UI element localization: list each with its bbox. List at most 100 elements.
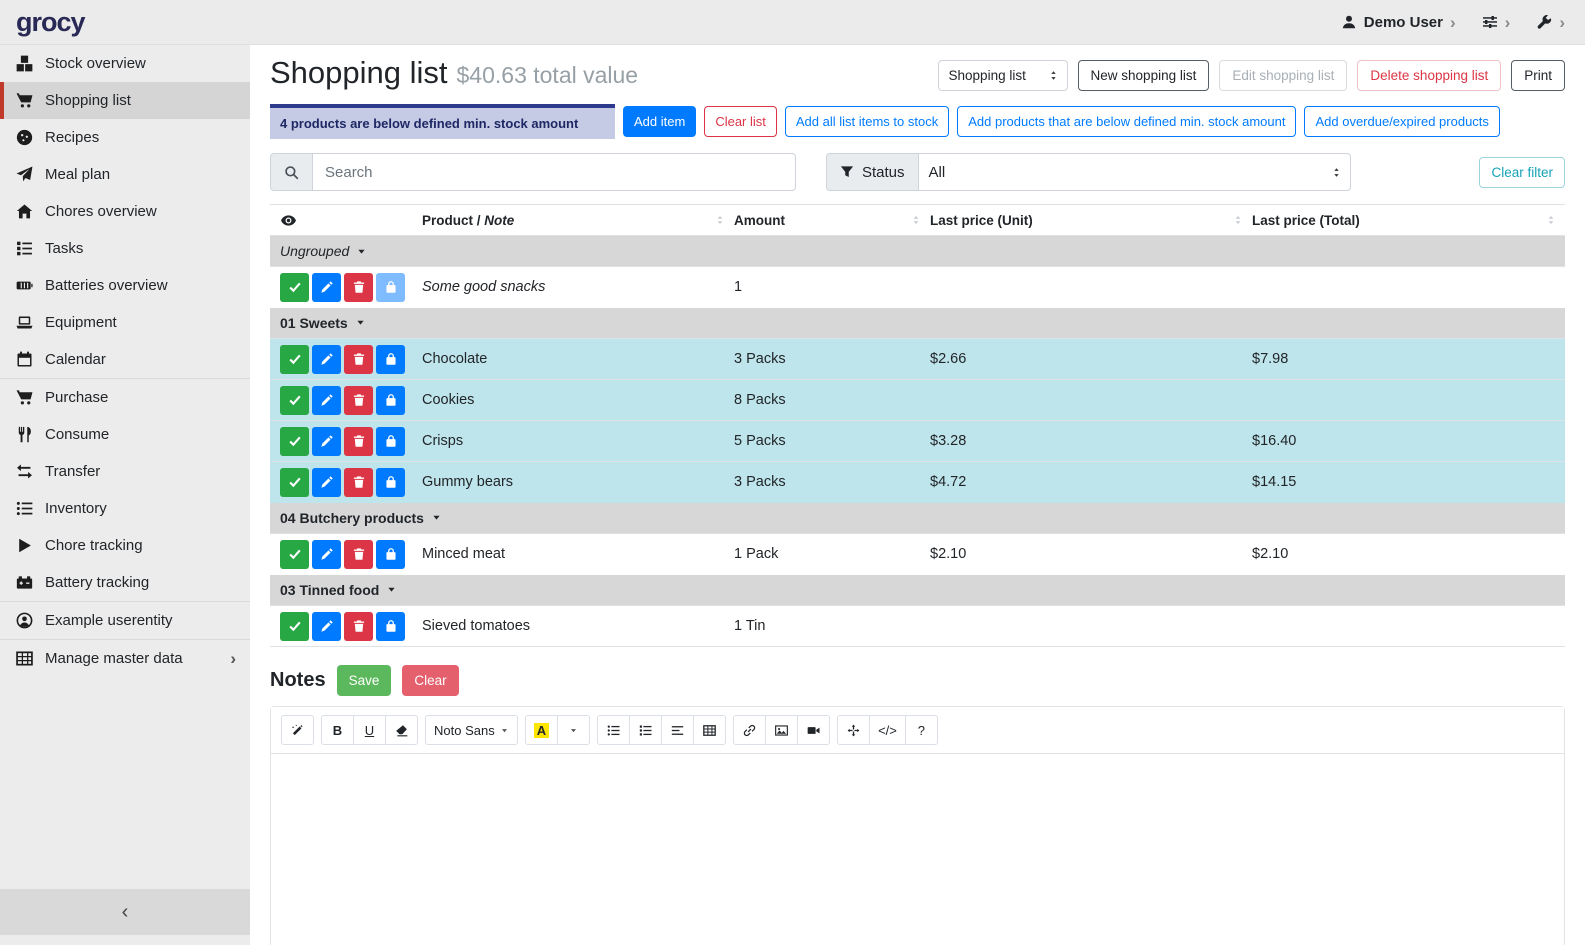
- toolbar-video-button[interactable]: [797, 715, 830, 745]
- row-done-button[interactable]: [280, 540, 309, 569]
- row-edit-button[interactable]: [312, 540, 341, 569]
- row-add-to-stock-button[interactable]: [376, 468, 405, 497]
- column-header-amount[interactable]: Amount: [734, 205, 930, 236]
- toolbar-picture-button[interactable]: [765, 715, 798, 745]
- status-filter-button[interactable]: Status: [826, 153, 919, 191]
- admin-menu[interactable]: ›: [1536, 14, 1565, 31]
- status-select[interactable]: All: [919, 153, 1351, 191]
- add-item-button[interactable]: Add item: [623, 106, 696, 137]
- row-done-button[interactable]: [280, 273, 309, 302]
- notes-editor-area[interactable]: [271, 754, 1564, 945]
- toolbar-fullscreen-button[interactable]: [837, 715, 870, 745]
- toolbar-link-button[interactable]: [733, 715, 766, 745]
- caret-down-icon[interactable]: [386, 584, 397, 595]
- row-edit-button[interactable]: [312, 427, 341, 456]
- sidebar-item-manage-master-data[interactable]: Manage master data›: [0, 640, 250, 677]
- sidebar-item-example-userentity[interactable]: Example userentity: [0, 602, 250, 640]
- row-done-button[interactable]: [280, 427, 309, 456]
- notes-clear-button[interactable]: Clear: [402, 665, 458, 696]
- row-add-to-stock-button[interactable]: [376, 345, 405, 374]
- search-input[interactable]: [312, 153, 796, 191]
- toolbar-bold-button[interactable]: B: [321, 715, 354, 745]
- print-button[interactable]: Print: [1511, 60, 1565, 91]
- trash-icon: [352, 475, 366, 489]
- row-edit-button[interactable]: [312, 386, 341, 415]
- toolbar-code-view-button[interactable]: </>: [869, 715, 906, 745]
- column-header-last-price-unit[interactable]: Last price (Unit): [930, 205, 1252, 236]
- toolbar-style-magic-button[interactable]: [281, 715, 314, 745]
- add-below-min-stock-button[interactable]: Add products that are below defined min.…: [957, 106, 1296, 137]
- sidebar-item-equipment[interactable]: Equipment: [0, 304, 250, 341]
- row-done-button[interactable]: [280, 345, 309, 374]
- row-delete-button[interactable]: [344, 386, 373, 415]
- sidebar-item-purchase[interactable]: Purchase: [0, 379, 250, 416]
- toolbar-ordered-list-button[interactable]: [629, 715, 662, 745]
- row-edit-button[interactable]: [312, 468, 341, 497]
- toolbar-underline-button[interactable]: U: [353, 715, 386, 745]
- row-done-button[interactable]: [280, 612, 309, 641]
- sidebar-item-shopping-list[interactable]: Shopping list: [0, 82, 250, 119]
- sidebar-item-meal-plan[interactable]: Meal plan: [0, 156, 250, 193]
- column-header-last-price-total[interactable]: Last price (Total): [1252, 205, 1565, 236]
- min-stock-alert[interactable]: 4 products are below defined min. stock …: [270, 104, 615, 139]
- sidebar-item-batteries-overview[interactable]: Batteries overview: [0, 267, 250, 304]
- add-all-to-stock-button[interactable]: Add all list items to stock: [785, 106, 949, 137]
- row-add-to-stock-button[interactable]: [376, 427, 405, 456]
- row-edit-button[interactable]: [312, 612, 341, 641]
- new-shopping-list-button[interactable]: New shopping list: [1078, 60, 1210, 91]
- row-add-to-stock-button[interactable]: [376, 540, 405, 569]
- row-done-button[interactable]: [280, 468, 309, 497]
- row-delete-button[interactable]: [344, 468, 373, 497]
- toolbar-unordered-list-button[interactable]: [597, 715, 630, 745]
- sidebar-item-calendar[interactable]: Calendar: [0, 341, 250, 379]
- sidebar-collapse-button[interactable]: ‹: [0, 889, 250, 935]
- notes-header: Notes Save Clear: [270, 665, 1565, 696]
- row-done-button[interactable]: [280, 386, 309, 415]
- toolbar-font-name-button[interactable]: Noto Sans: [425, 715, 518, 745]
- row-add-to-stock-button[interactable]: [376, 612, 405, 641]
- toolbar-color-picker-button[interactable]: [557, 715, 590, 745]
- sidebar-item-chores-overview[interactable]: Chores overview: [0, 193, 250, 230]
- delete-shopping-list-button[interactable]: Delete shopping list: [1357, 60, 1501, 91]
- row-add-to-stock-button[interactable]: [376, 273, 405, 302]
- toggle-notes-column-header[interactable]: [270, 205, 422, 236]
- sidebar-item-chore-tracking[interactable]: Chore tracking: [0, 527, 250, 564]
- arrows-icon: [847, 724, 860, 737]
- trash-icon: [352, 393, 366, 407]
- row-edit-button[interactable]: [312, 345, 341, 374]
- row-delete-button[interactable]: [344, 427, 373, 456]
- user-menu[interactable]: Demo User ›: [1341, 14, 1456, 31]
- toolbar-clear-format-button[interactable]: [385, 715, 418, 745]
- caret-down-icon[interactable]: [356, 246, 367, 257]
- toolbar-paragraph-button[interactable]: [661, 715, 694, 745]
- sidebar-item-transfer[interactable]: Transfer: [0, 453, 250, 490]
- settings-menu[interactable]: ›: [1482, 14, 1511, 31]
- clear-filter-button[interactable]: Clear filter: [1479, 157, 1565, 188]
- notes-title: Notes: [270, 669, 326, 692]
- caret-down-icon[interactable]: [355, 317, 366, 328]
- sidebar-item-consume[interactable]: Consume: [0, 416, 250, 453]
- row-delete-button[interactable]: [344, 612, 373, 641]
- toolbar-help-button[interactable]: ?: [905, 715, 938, 745]
- toolbar-insert-table-button[interactable]: [693, 715, 726, 745]
- sidebar-item-battery-tracking[interactable]: Battery tracking: [0, 564, 250, 602]
- row-add-to-stock-button[interactable]: [376, 386, 405, 415]
- row-edit-button[interactable]: [312, 273, 341, 302]
- notes-save-button[interactable]: Save: [337, 665, 392, 696]
- caret-down-icon[interactable]: [431, 512, 442, 523]
- toolbar-fore-color-button[interactable]: A: [525, 715, 558, 745]
- add-overdue-button[interactable]: Add overdue/expired products: [1304, 106, 1499, 137]
- sidebar-item-stock-overview[interactable]: Stock overview: [0, 45, 250, 82]
- last-price-unit-cell: [930, 606, 1252, 647]
- clear-list-button[interactable]: Clear list: [704, 106, 777, 137]
- row-delete-button[interactable]: [344, 345, 373, 374]
- sidebar-item-tasks[interactable]: Tasks: [0, 230, 250, 267]
- edit-shopping-list-button[interactable]: Edit shopping list: [1219, 60, 1347, 91]
- sidebar-item-recipes[interactable]: Recipes: [0, 119, 250, 156]
- column-header-product[interactable]: Product / Note: [422, 205, 734, 236]
- sidebar-item-inventory[interactable]: Inventory: [0, 490, 250, 527]
- last-price-total-cell: [1252, 380, 1565, 421]
- shopping-list-select[interactable]: Shopping list: [938, 60, 1068, 91]
- row-delete-button[interactable]: [344, 273, 373, 302]
- row-delete-button[interactable]: [344, 540, 373, 569]
